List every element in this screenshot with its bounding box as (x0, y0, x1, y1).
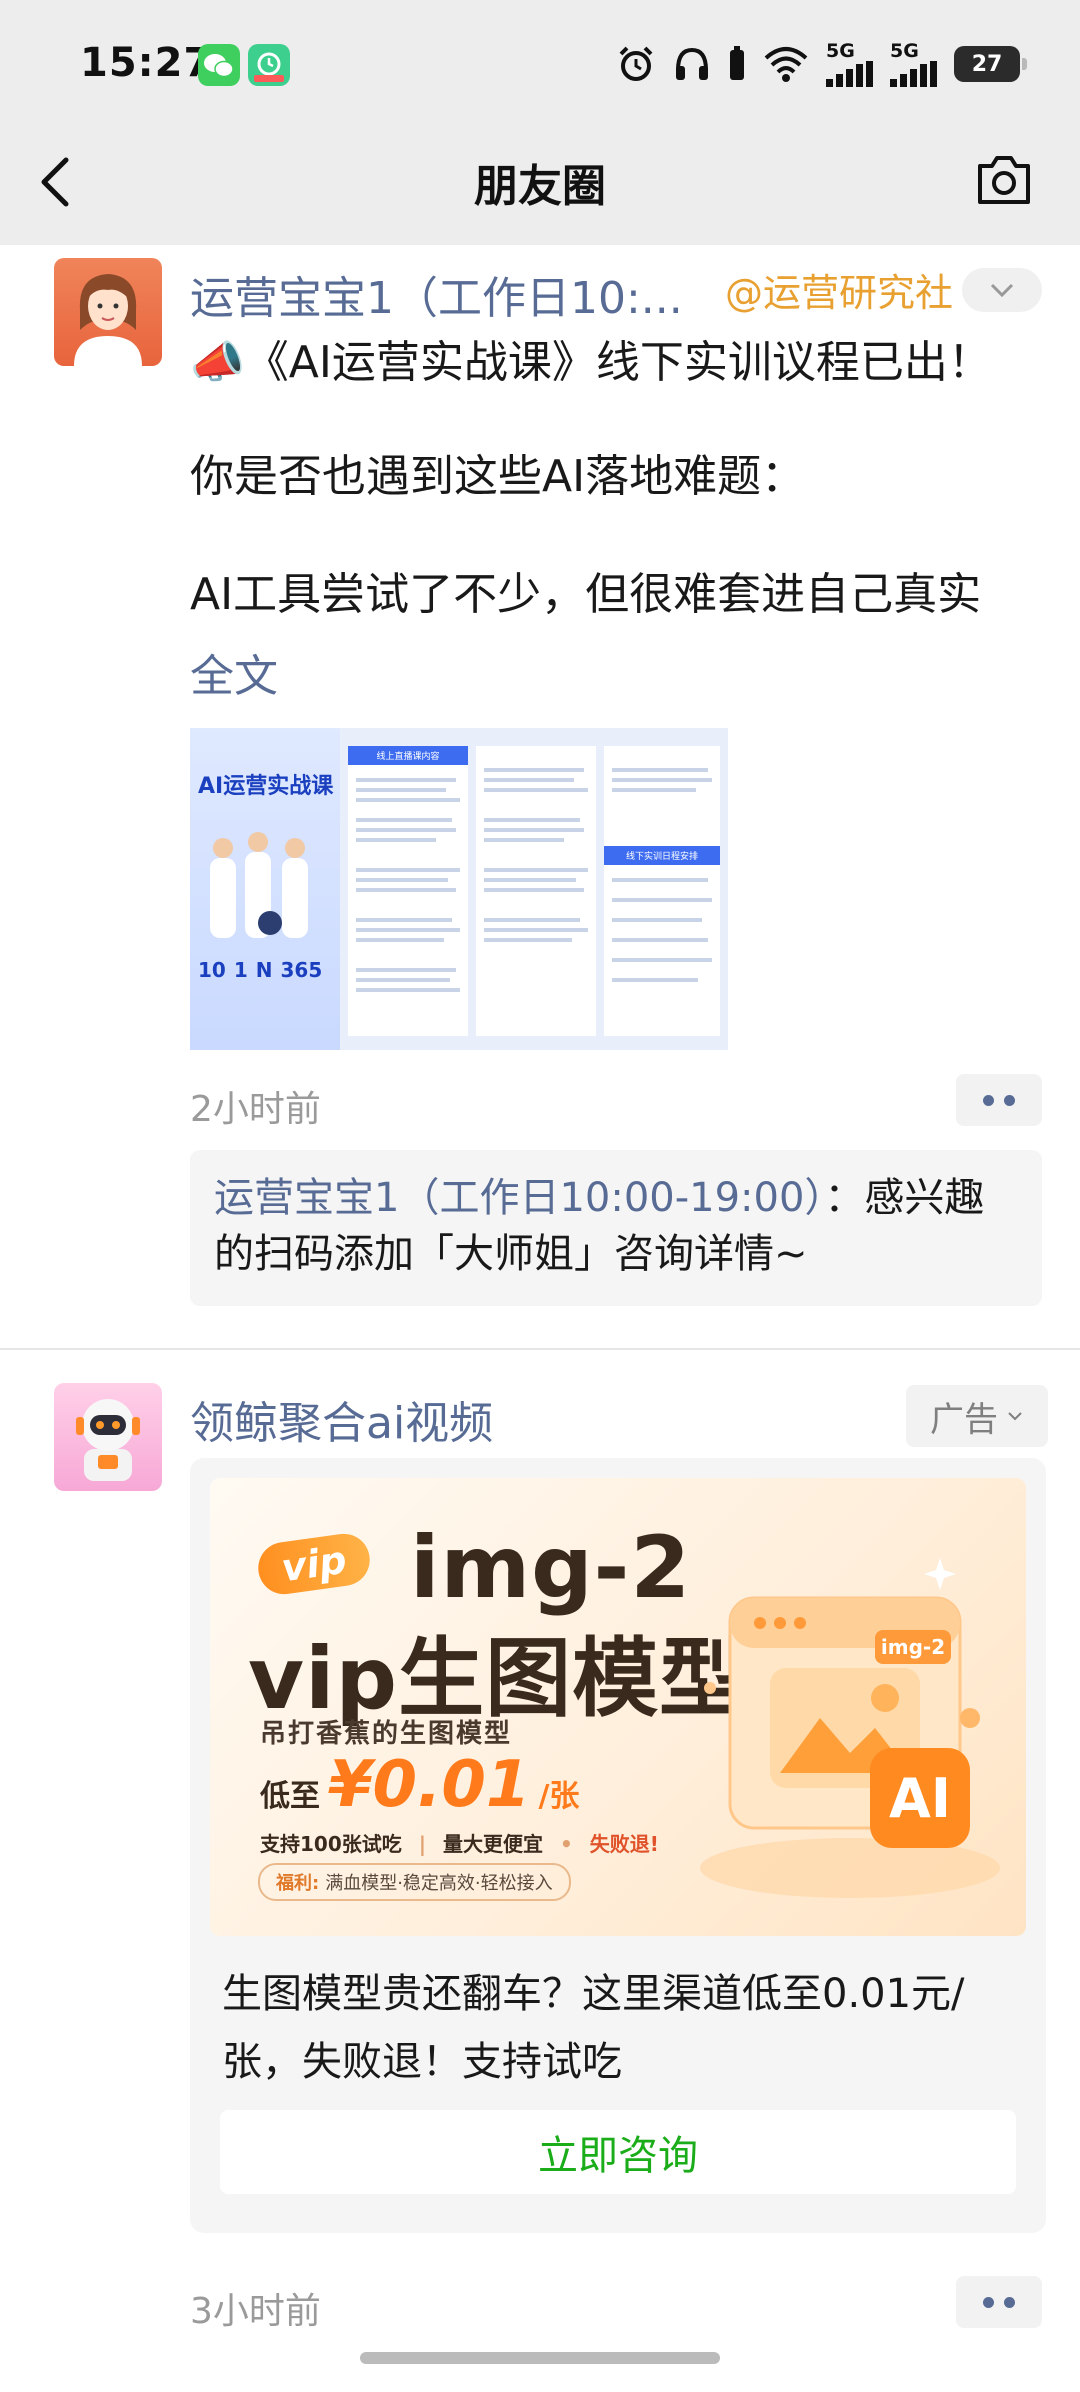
earbuds-battery-icon (730, 46, 744, 80)
banner-price: 低至 ¥0.01 /张 (260, 1748, 579, 1822)
woman-avatar-icon (74, 274, 142, 366)
banner-features: 支持100张试吃 | 量大更便宜 • 失败退! (260, 1832, 659, 1856)
chevron-down-icon (990, 283, 1014, 298)
image-window-illustration (700, 1558, 1000, 1898)
expand-full-text-link[interactable]: 全文 (190, 640, 278, 704)
page-title: 朋友圈 (474, 161, 606, 212)
camera-icon (978, 156, 1030, 204)
post-timestamp: 2小时前 (190, 1089, 321, 1130)
wechat-notification-icon (198, 44, 240, 86)
ai-tag: AI (889, 1766, 951, 1830)
clock-app-notification-icon (248, 44, 290, 86)
feature-text: 支持100张试吃 (260, 1832, 402, 1856)
post-image[interactable]: AI运营实战课 10 1 N 365 线上直播课内容 线下实训日程安排 (190, 728, 728, 1050)
ad-label-button[interactable]: 广告 (906, 1385, 1048, 1447)
avatar[interactable] (54, 1383, 162, 1491)
ad-description: 生图模型贵还翻车？这里渠道低至0.01元/张，失败退！支持试吃 (222, 1971, 965, 2085)
post-text-line: AI工具尝试了不少，但很难套进自己真实 (190, 569, 982, 620)
poster-stat: 1 (233, 958, 248, 982)
comment-item[interactable]: 运营宝宝1（工作日10:00-19:00）：感兴趣的扫码添加「大师姐」咨询详情~ (190, 1150, 1042, 1306)
post-author-name[interactable]: 运营宝宝1（工作日10:... (190, 262, 683, 326)
feature-text: 失败退! (589, 1832, 659, 1856)
network-type-label: 5G (826, 39, 855, 62)
mention-tag[interactable]: @运营研究社 (725, 262, 953, 317)
post-text-line: 📣《AI运营实战课》线下实训议程已出！ (190, 337, 992, 388)
camera-button[interactable] (974, 152, 1034, 208)
signal-bars-icon (890, 60, 937, 87)
price-value: ¥0.01 (328, 1748, 531, 1822)
feature-text: 量大更便宜 (443, 1832, 543, 1856)
poster-left-panel: AI运营实战课 10 1 N 365 (190, 728, 340, 1050)
consult-now-button[interactable]: 立即咨询 (220, 2110, 1016, 2194)
comment-author[interactable]: 运营宝宝1（工作日10:00-19:00） (214, 1175, 824, 1221)
status-time: 15:27 (80, 40, 213, 86)
avatar[interactable] (54, 258, 162, 366)
post-divider (0, 1348, 1080, 1350)
price-unit: /张 (538, 1779, 580, 1814)
price-prefix: 低至 (260, 1779, 320, 1814)
cellular-signal-1: 5G (826, 39, 874, 87)
poster-stat: 10 (198, 958, 226, 982)
like-comment-button[interactable] (956, 2276, 1042, 2328)
poster-stat: N (255, 958, 273, 982)
dot-icon (1004, 1094, 1015, 1106)
headphones-icon (676, 47, 708, 80)
post-text-line: 你是否也遇到这些AI落地难题： (190, 451, 806, 502)
people-illustration (210, 832, 308, 938)
dot-icon (983, 2296, 994, 2308)
wifi-icon (764, 47, 808, 82)
welfare-pill: 福利: 满血模型·稳定高效·轻松接入 (258, 1863, 571, 1901)
welfare-label: 福利: (276, 1873, 320, 1894)
alarm-icon (619, 46, 653, 81)
poster-text-lines (356, 768, 712, 992)
robot-avatar-icon (76, 1399, 140, 1481)
like-comment-button[interactable] (956, 1074, 1042, 1126)
poster-stat: 365 (280, 958, 323, 982)
poster-title: AI运营实战课 (198, 774, 334, 799)
ad-banner-image[interactable]: vip img-2 vip生图模型 吊打香蕉的生图模型 低至 ¥0.01 /张 … (210, 1478, 1026, 1936)
post-options-button[interactable] (962, 268, 1042, 312)
signal-bars-icon (826, 60, 873, 87)
dot-icon (1004, 2296, 1015, 2308)
cellular-signal-2: 5G (890, 39, 938, 87)
post-timestamp: 3小时前 (190, 2291, 321, 2332)
status-icons: 5G 5G 27 (616, 38, 1027, 90)
banner-title-line1: img-2 (410, 1518, 692, 1618)
home-indicator[interactable] (360, 2352, 720, 2364)
poster-stats: 10 1 N 365 (198, 958, 322, 982)
vip-badge: vip (254, 1530, 374, 1598)
ad-label: 广告 (930, 1399, 998, 1440)
welfare-text: 满血模型·稳定高效·轻松接入 (325, 1873, 553, 1894)
network-type-label: 5G (890, 39, 919, 62)
battery-indicator: 27 (954, 46, 1027, 82)
post-author-name[interactable]: 领鲸聚合ai视频 (190, 1387, 493, 1451)
dot-icon (983, 1094, 994, 1106)
poster-section-header: 线上直播课内容 (348, 746, 468, 765)
chevron-down-icon (1008, 1412, 1022, 1421)
model-tag: img-2 (875, 1630, 951, 1664)
banner-subtitle: 吊打香蕉的生图模型 (260, 1719, 513, 1749)
